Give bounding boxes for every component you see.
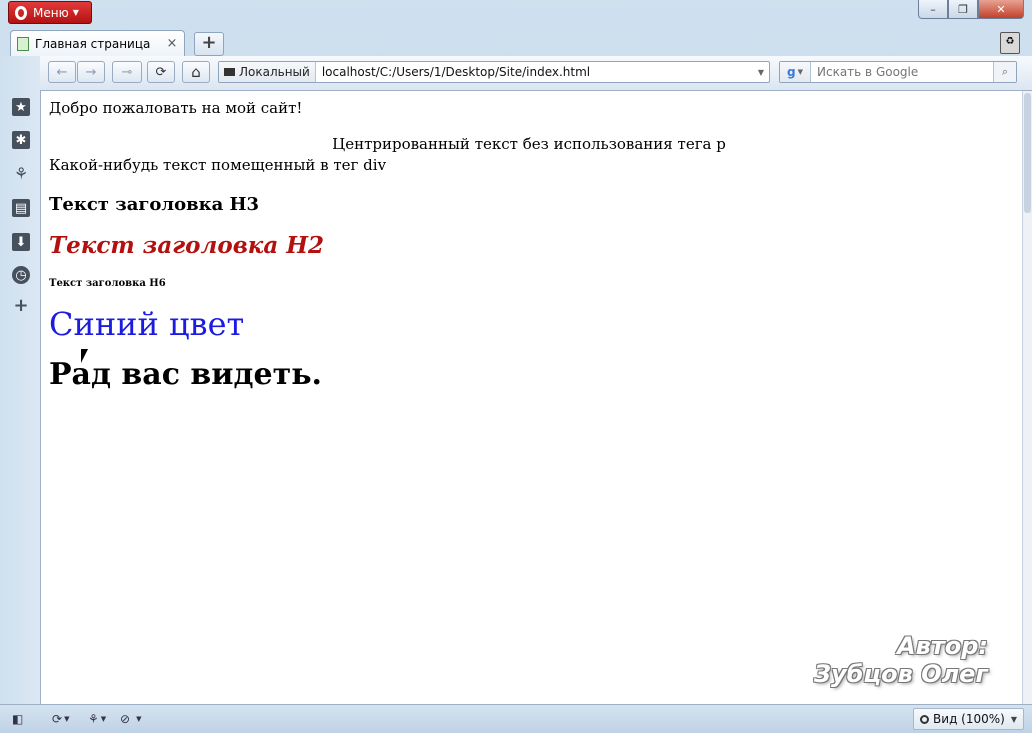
chevron-down-icon: ▼ bbox=[1010, 714, 1017, 724]
heading-h3: Текст заголовка H3 bbox=[49, 194, 260, 215]
window-controls: – ❐ ✕ bbox=[918, 0, 1024, 19]
page-content: Добро пожаловать на мой сайт! Центрирова… bbox=[49, 99, 1009, 392]
vertical-scrollbar[interactable] bbox=[1022, 91, 1032, 704]
heading-h6: Текст заголовка H6 bbox=[49, 278, 166, 289]
search-box[interactable]: g▼ ⌕ bbox=[779, 61, 1017, 83]
panel-toggle-icon[interactable]: ◧ bbox=[12, 711, 23, 727]
search-input[interactable] bbox=[811, 64, 993, 80]
search-icon[interactable]: ⌕ bbox=[993, 62, 1016, 82]
privacy-icon[interactable]: ⊘ ▼ bbox=[120, 711, 141, 727]
mouse-cursor-icon bbox=[81, 349, 88, 363]
security-label: Локальный bbox=[239, 65, 310, 79]
monitor-icon bbox=[224, 68, 235, 76]
close-window-button[interactable]: ✕ bbox=[978, 0, 1024, 19]
restore-button[interactable]: ❐ bbox=[948, 0, 978, 19]
magnifier-icon bbox=[920, 714, 930, 724]
opera-logo-icon bbox=[15, 5, 27, 20]
chevron-down-icon: ▼ bbox=[72, 8, 79, 17]
new-tab-button[interactable]: + bbox=[194, 32, 224, 56]
add-panel-icon[interactable]: + bbox=[12, 295, 30, 316]
trash-icon[interactable]: ♻ bbox=[1000, 32, 1020, 54]
tab-bar: Главная страница × + ♻ bbox=[0, 28, 1032, 56]
tab-home-page[interactable]: Главная страница × bbox=[10, 30, 185, 56]
wand-key-button[interactable]: ⊸ bbox=[112, 61, 142, 83]
centered-text: Центрированный текст без использования т… bbox=[332, 135, 726, 153]
page-viewport: Добро пожаловать на мой сайт! Центрирова… bbox=[41, 91, 1022, 704]
widgets-icon[interactable]: ✱ bbox=[12, 131, 30, 149]
address-bar[interactable]: Локальный localhost/C:/Users/1/Desktop/S… bbox=[218, 61, 770, 83]
unite-status-icon[interactable]: ⚘ ▼ bbox=[88, 711, 106, 727]
history-icon[interactable]: ◷ bbox=[12, 266, 30, 284]
div-text: Какой-нибудь текст помещенный в тег div bbox=[49, 156, 387, 174]
side-panel: ★ ✱ ⚘ ▤ ⬇ ◷ + bbox=[0, 56, 41, 704]
unite-icon[interactable]: ⚘ bbox=[12, 164, 30, 183]
blue-text: Синий цвет bbox=[49, 305, 245, 343]
menu-button[interactable]: Меню ▼ bbox=[8, 1, 92, 24]
watermark-line2: Зубцов Олег bbox=[813, 660, 988, 688]
welcome-text: Добро пожаловать на мой сайт! bbox=[49, 99, 303, 117]
downloads-icon[interactable]: ⬇ bbox=[12, 233, 30, 251]
status-bar: ◧ ⟳ ▼ ⚘ ▼ ⊘ ▼ Вид (100%) ▼ bbox=[0, 704, 1032, 733]
tab-close-icon[interactable]: × bbox=[164, 36, 180, 51]
zoom-label: Вид (100%) bbox=[933, 712, 1005, 726]
google-icon[interactable]: g ▼ bbox=[780, 62, 811, 82]
author-watermark: Автор: Зубцов Олег bbox=[814, 632, 988, 688]
notes-icon[interactable]: ▤ bbox=[12, 199, 30, 217]
title-bar: Меню ▼ – ❐ ✕ bbox=[0, 0, 1032, 26]
zoom-control[interactable]: Вид (100%) ▼ bbox=[913, 708, 1024, 730]
tab-label: Главная страница bbox=[35, 36, 151, 51]
security-badge[interactable]: Локальный bbox=[219, 62, 316, 82]
scrollbar-thumb[interactable] bbox=[1024, 93, 1031, 213]
minimize-button[interactable]: – bbox=[918, 0, 948, 19]
url-input[interactable]: localhost/C:/Users/1/Desktop/Site/index.… bbox=[316, 65, 753, 79]
chevron-down-icon[interactable]: ▼ bbox=[753, 68, 769, 77]
page-icon bbox=[17, 36, 29, 51]
browser-window: Меню ▼ – ❐ ✕ Главная страница × + ♻ ★ ✱ … bbox=[0, 0, 1032, 733]
big-text: Рад вас видеть. bbox=[49, 357, 323, 392]
watermark-line1: Автор: bbox=[897, 632, 988, 660]
navigation-toolbar: ← → ⊸ ⟳ ⌂ Локальный localhost/C:/Users/1… bbox=[40, 56, 1032, 91]
menu-label: Меню bbox=[33, 5, 69, 20]
bookmarks-icon[interactable]: ★ bbox=[12, 98, 30, 116]
back-button[interactable]: ← bbox=[48, 61, 76, 83]
turbo-icon[interactable]: ⟳ ▼ bbox=[52, 711, 69, 727]
reload-button[interactable]: ⟳ bbox=[147, 61, 175, 83]
heading-h2: Текст заголовка H2 bbox=[49, 232, 325, 259]
home-button[interactable]: ⌂ bbox=[182, 61, 210, 83]
forward-button[interactable]: → bbox=[77, 61, 105, 83]
